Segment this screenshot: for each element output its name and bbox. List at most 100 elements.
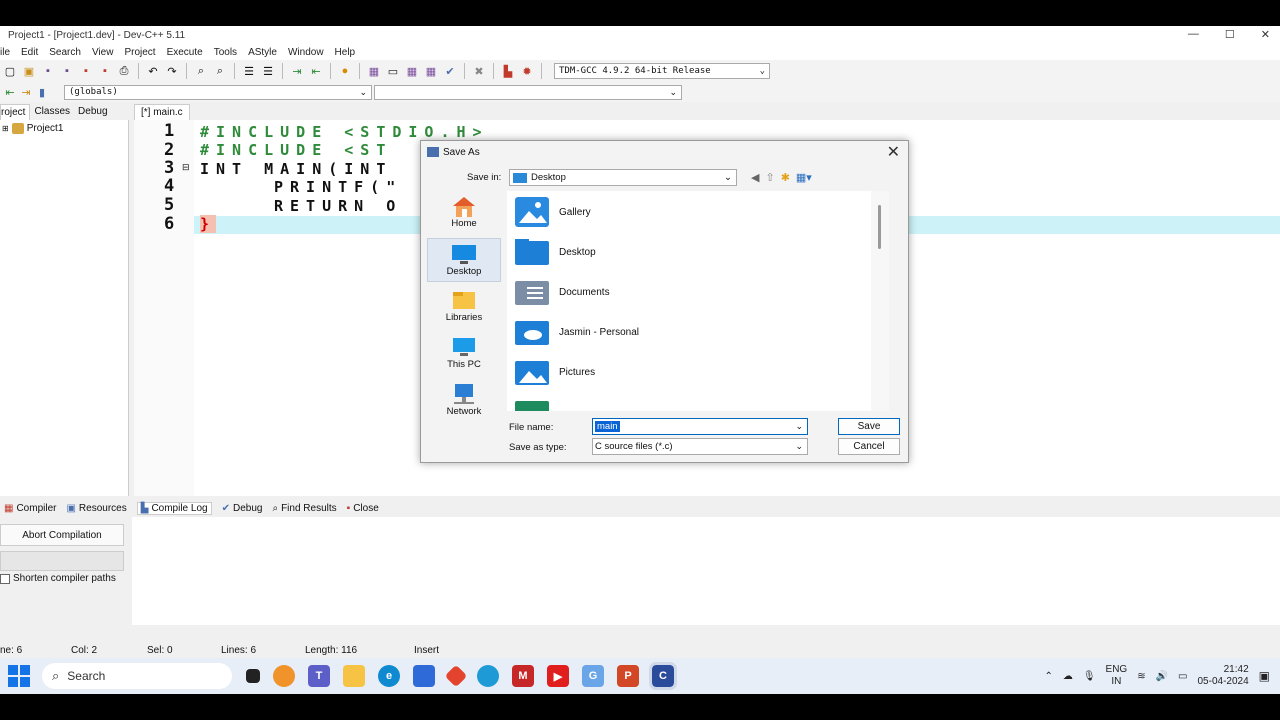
wifi-icon[interactable]: ≋ — [1137, 671, 1145, 682]
clock[interactable]: 21:42 05-04-2024 — [1198, 664, 1249, 688]
powerpoint-icon[interactable]: P — [617, 665, 639, 687]
windows-start-icon[interactable] — [8, 665, 30, 687]
notification-icon[interactable]: ▣ — [1259, 669, 1270, 683]
tab-debug[interactable]: ✔ Debug — [222, 503, 263, 514]
maximize-icon[interactable]: ☐ — [1225, 28, 1235, 41]
menu-tools[interactable]: Tools — [214, 47, 237, 58]
close-file-icon[interactable]: ▪ — [78, 63, 94, 79]
chevron-up-icon[interactable]: ⌃ — [1044, 671, 1052, 682]
tab-classes[interactable]: Classes — [30, 104, 74, 120]
check-icon[interactable]: ✔ — [442, 63, 458, 79]
compiler-select[interactable]: TDM-GCC 4.9.2 64-bit Release ⌄ — [554, 63, 770, 79]
close-all-icon[interactable]: ▪ — [97, 63, 113, 79]
place-home[interactable]: Home — [427, 191, 501, 235]
file-list[interactable]: Gallery Desktop Documents Jasmin - Perso… — [507, 191, 889, 411]
menu-edit[interactable]: Edit — [21, 47, 38, 58]
git-icon[interactable] — [444, 664, 468, 688]
save-icon[interactable]: ▪ — [40, 63, 56, 79]
teams-icon[interactable]: T — [308, 665, 330, 687]
save-button[interactable]: Save — [838, 418, 900, 435]
volume-icon[interactable]: 🔊 — [1156, 671, 1168, 682]
new-file-icon[interactable]: ▢ — [2, 63, 18, 79]
back-icon[interactable]: ◀ — [751, 171, 759, 184]
save-in-select[interactable]: Desktop ⌄ — [509, 169, 737, 186]
debug-icon[interactable]: ✹ — [519, 63, 535, 79]
task-view-icon[interactable] — [246, 669, 260, 683]
goto-icon[interactable]: ⇥ — [289, 63, 305, 79]
project-node[interactable]: ⊞ Project1 — [2, 123, 63, 134]
menu-astyle[interactable]: AStyle — [248, 47, 277, 58]
tab-main-c[interactable]: [*] main.c — [134, 104, 190, 120]
place-libraries[interactable]: Libraries — [427, 285, 501, 329]
back-icon[interactable]: ⇤ — [308, 63, 324, 79]
close-icon[interactable]: ✕ — [1261, 28, 1270, 41]
tab-close[interactable]: ▪ Close — [347, 503, 379, 514]
nav-back-icon[interactable]: ⇤ — [2, 84, 18, 100]
checkbox-box[interactable] — [0, 573, 10, 584]
shorten-paths-checkbox[interactable]: Shorten compiler paths — [0, 573, 116, 584]
tab-find-results[interactable]: ⌕ Find Results — [272, 503, 336, 514]
up-folder-icon[interactable]: ⇧ — [765, 171, 774, 184]
redo-icon[interactable]: ↷ — [164, 63, 180, 79]
place-desktop[interactable]: Desktop — [427, 238, 501, 282]
list-item-onedrive[interactable]: Jasmin - Personal — [513, 315, 639, 349]
new-folder-icon[interactable]: ✱ — [781, 171, 790, 184]
menu-file[interactable]: ile — [0, 47, 10, 58]
list-item-documents[interactable]: Documents — [513, 275, 610, 309]
tab-compiler[interactable]: ▦ Compiler — [4, 503, 56, 514]
find-icon[interactable]: ⌕ — [193, 63, 209, 79]
language-indicator[interactable]: ENG IN — [1106, 664, 1128, 688]
devcpp-icon[interactable]: C — [649, 662, 677, 690]
scope-select[interactable]: (globals) ⌄ — [64, 84, 372, 100]
gallery-icon[interactable]: G — [582, 665, 604, 687]
compile-icon[interactable]: ▦ — [366, 63, 382, 79]
run-icon[interactable]: ▭ — [385, 63, 401, 79]
view-menu-icon[interactable]: ▦▾ — [796, 171, 812, 184]
mcafee-icon[interactable]: M — [512, 665, 534, 687]
bookmark-icon[interactable]: ● — [337, 63, 353, 79]
list-item-pictures[interactable]: Pictures — [513, 355, 595, 389]
scrollbar[interactable] — [871, 191, 889, 411]
scrollbar-thumb[interactable] — [878, 205, 881, 249]
youtube-icon[interactable]: ▶ — [547, 665, 569, 687]
file-name-input[interactable]: main ⌄ — [592, 418, 808, 435]
close-icon[interactable]: ✕ — [887, 142, 900, 162]
save-type-select[interactable]: C source files (*.c) ⌄ — [592, 438, 808, 455]
list-item-gallery[interactable]: Gallery — [513, 195, 591, 229]
expand-icon[interactable]: ⊞ — [2, 124, 9, 133]
class-browser-icon[interactable]: ▮ — [34, 84, 50, 100]
nav-forward-icon[interactable]: ⇥ — [18, 84, 34, 100]
tab-compile-log[interactable]: ▙ Compile Log — [136, 501, 212, 515]
list-item-desktop[interactable]: Desktop — [513, 235, 596, 269]
undo-icon[interactable]: ↶ — [145, 63, 161, 79]
abort-compilation-button[interactable]: Abort Compilation — [0, 524, 124, 546]
compile-log-area[interactable] — [132, 517, 1280, 625]
print-icon[interactable]: ⎙ — [116, 63, 132, 79]
compile-run-icon[interactable]: ▦ — [404, 63, 420, 79]
file-explorer-icon[interactable] — [343, 665, 365, 687]
minimize-icon[interactable]: — — [1188, 28, 1199, 41]
menu-execute[interactable]: Execute — [167, 47, 203, 58]
save-all-icon[interactable]: ▪ — [59, 63, 75, 79]
fold-icon[interactable]: ⊟ — [182, 162, 190, 173]
indent-icon[interactable]: ☰ — [241, 63, 257, 79]
tab-project[interactable]: roject — [0, 104, 31, 120]
chrome-icon[interactable] — [477, 665, 499, 687]
widgets-icon[interactable] — [273, 665, 295, 687]
microphone-icon[interactable]: 🎙 — [1083, 671, 1096, 682]
menu-help[interactable]: Help — [335, 47, 356, 58]
cancel-button[interactable]: Cancel — [838, 438, 900, 455]
tab-debug[interactable]: Debug — [74, 104, 111, 120]
replace-icon[interactable]: ⌕ — [212, 63, 228, 79]
list-item-partial[interactable] — [513, 395, 551, 411]
place-this-pc[interactable]: This PC — [427, 332, 501, 376]
edge-icon[interactable]: e — [378, 665, 400, 687]
rebuild-icon[interactable]: ▦ — [423, 63, 439, 79]
chart-icon[interactable]: ▙ — [500, 63, 516, 79]
tab-resources[interactable]: ▣ Resources — [66, 503, 126, 514]
store-icon[interactable] — [413, 665, 435, 687]
taskbar-search[interactable]: ⌕ Search — [42, 663, 232, 689]
battery-icon[interactable]: ▭ — [1178, 671, 1187, 682]
open-icon[interactable]: ▣ — [21, 63, 37, 79]
menu-search[interactable]: Search — [49, 47, 81, 58]
